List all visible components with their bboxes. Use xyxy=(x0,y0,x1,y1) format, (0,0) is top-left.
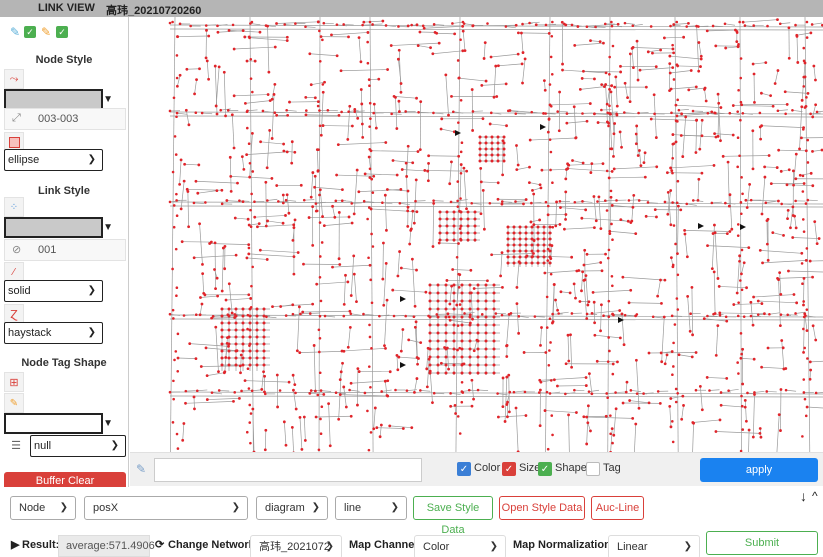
link-line-select[interactable]: solid ❯ xyxy=(4,280,103,302)
chevron-down-icon: ❯ xyxy=(59,502,68,513)
element-type-value: Node xyxy=(19,502,46,514)
save-style-button[interactable]: Save Style Data xyxy=(413,496,493,536)
link-line-value: solid xyxy=(8,285,31,297)
color-checkbox[interactable]: ✓ xyxy=(457,462,471,476)
map-normalization-value: Linear xyxy=(617,541,648,553)
map-channel-select[interactable]: Color ❯ xyxy=(414,535,506,557)
chevron-down-icon: ❯ xyxy=(87,327,96,338)
arrow-down-icon[interactable]: ↓ xyxy=(800,488,807,504)
chevron-down-icon: ❯ xyxy=(87,154,96,165)
nodes-layer xyxy=(168,18,823,452)
tag-color-picker[interactable]: ▼ xyxy=(4,413,113,434)
node-shape-value: ellipse xyxy=(8,154,40,166)
pencil-icon[interactable]: ✎ xyxy=(41,25,51,39)
map-channel-label: Map Channel xyxy=(349,539,418,551)
chevron-down-icon: ❯ xyxy=(110,440,119,451)
color-checkbox-label: Color xyxy=(474,462,501,474)
node-color-picker[interactable]: ▼ xyxy=(4,89,113,110)
style-sidebar: ✎ ✓ ✎ ✓ Node Style ⤳ ▼ ⤢ 003-003 ellipse… xyxy=(0,17,129,487)
chevron-down-icon: ❯ xyxy=(683,541,692,552)
grid-icon[interactable]: ⊞ xyxy=(4,372,24,392)
link-color-picker[interactable]: ▼ xyxy=(4,217,113,238)
submit-button[interactable]: Submit xyxy=(706,531,818,555)
chart-kind-select[interactable]: line ❯ xyxy=(335,496,407,520)
change-network-label: Change Network xyxy=(168,539,255,551)
link-style-title: Link Style xyxy=(38,185,90,197)
map-normalization-label: Map Normalization xyxy=(513,539,611,551)
buffer-clear-button[interactable]: Buffer Clear xyxy=(4,472,126,487)
node-color-icon[interactable]: ⤳ xyxy=(4,69,24,89)
attribute-value: posX xyxy=(93,502,119,514)
check-icon-2[interactable]: ✓ xyxy=(56,26,68,38)
network-map[interactable] xyxy=(130,17,823,452)
chevron-down-icon: ❯ xyxy=(87,285,96,296)
auc-line-button[interactable]: Auc-Line xyxy=(591,496,644,520)
chevron-down-icon: ❯ xyxy=(311,502,320,513)
apply-button[interactable]: apply xyxy=(700,458,818,482)
tag-checkbox-label: Tag xyxy=(603,462,621,474)
network-select[interactable]: 高玮_2021072 ❯ xyxy=(250,535,342,557)
edit-icon[interactable]: ✎ xyxy=(136,462,146,476)
map-channel-value: Color xyxy=(423,541,450,553)
shape-checkbox[interactable]: ✓ xyxy=(538,462,552,476)
chevron-down-icon: ❯ xyxy=(325,541,334,552)
curve-icon: Ɀ xyxy=(4,304,24,324)
style-apply-bar: ✎ ✓ Color ✓ Size ✓ Shape Tag apply xyxy=(130,452,823,486)
edit-note-icon[interactable]: ✎ xyxy=(10,25,20,39)
tag-checkbox[interactable] xyxy=(586,462,600,476)
node-style-title: Node Style xyxy=(35,54,93,66)
play-icon: ▶ xyxy=(11,539,20,551)
chevron-down-icon: ❯ xyxy=(390,502,399,513)
size-checkbox[interactable]: ✓ xyxy=(502,462,516,476)
result-value: average:571.4906 xyxy=(58,535,155,557)
open-style-button[interactable]: Open Style Data xyxy=(499,496,585,520)
check-icon[interactable]: ✓ xyxy=(24,26,36,38)
tag-value: null xyxy=(34,440,52,452)
chart-kind-value: line xyxy=(344,502,362,514)
title-bar: LINK VIEW 高玮_20210720260 xyxy=(0,0,823,17)
network-graph-canvas[interactable] xyxy=(130,17,823,452)
network-value: 高玮_2021072 xyxy=(259,541,330,553)
view-type-select[interactable]: diagram ❯ xyxy=(256,496,328,520)
sidebar-toolbar: ✎ ✓ ✎ ✓ xyxy=(10,25,70,41)
chevron-down-icon: ▼ xyxy=(103,222,113,233)
resize-icon: ⤢ xyxy=(12,112,21,124)
refresh-icon: ⟳ xyxy=(155,539,165,551)
shape-checkbox-label: Shape xyxy=(555,462,587,474)
chevron-down-icon: ▼ xyxy=(103,418,113,429)
attribute-select[interactable]: posX ❯ xyxy=(84,496,248,520)
link-curve-select[interactable]: haystack ❯ xyxy=(4,322,103,344)
link-curve-value: haystack xyxy=(8,327,52,339)
node-size-row[interactable]: ⤢ 003-003 xyxy=(4,108,126,130)
width-icon: ⊘ xyxy=(12,244,22,256)
view-title: LINK VIEW xyxy=(38,2,95,14)
tag-select[interactable]: null ❯ xyxy=(30,435,126,457)
view-type-value: diagram xyxy=(265,502,305,514)
link-width-value: 001 xyxy=(38,244,57,256)
style-text-input[interactable] xyxy=(154,458,422,482)
palette-icon[interactable]: ⁘ xyxy=(4,197,24,217)
node-shape-select[interactable]: ellipse ❯ xyxy=(4,149,103,171)
chevron-down-icon: ❯ xyxy=(489,541,498,552)
node-tag-title: Node Tag Shape xyxy=(21,357,107,369)
chevron-up-icon[interactable]: ^ xyxy=(812,489,818,503)
element-type-select[interactable]: Node ❯ xyxy=(10,496,76,520)
list-icon: ☰ xyxy=(6,435,26,455)
chevron-down-icon: ▼ xyxy=(103,94,113,105)
app-root: LINK VIEW 高玮_20210720260 ✎ ✓ ✎ ✓ Node St… xyxy=(0,0,823,557)
map-normalization-select[interactable]: Linear ❯ xyxy=(608,535,700,557)
link-width-row[interactable]: ⊘ 001 xyxy=(4,239,126,261)
links-layer xyxy=(169,17,823,452)
chevron-down-icon: ❯ xyxy=(231,502,240,513)
line-style-icon: ⁄ xyxy=(4,262,24,282)
result-label: Result: xyxy=(22,539,60,551)
tag-color-icon: ✎ xyxy=(4,393,24,413)
node-size-value: 003-003 xyxy=(38,113,79,125)
file-title: 高玮_20210720260 xyxy=(106,5,202,17)
